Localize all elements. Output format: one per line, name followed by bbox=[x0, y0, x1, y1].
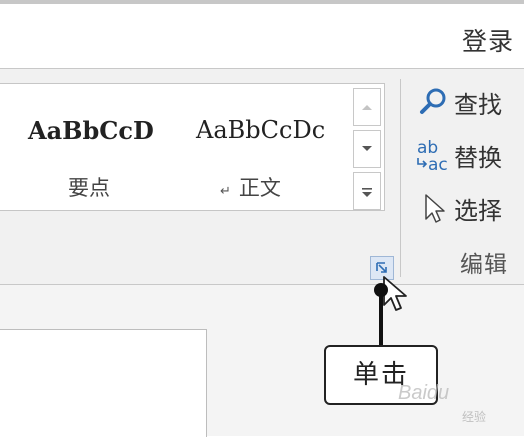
watermark-logo: Baidu bbox=[398, 382, 450, 404]
gallery-scroll-down-button[interactable] bbox=[353, 130, 381, 168]
style-sample: AaBbCcD bbox=[28, 116, 154, 145]
more-dropdown-icon bbox=[362, 188, 372, 197]
watermark-sub: 经验 bbox=[462, 410, 487, 424]
ribbon: AaBbCcD 要点 AaBbCcDc ↵ 正文 查找 ab ac 替换 选择 … bbox=[0, 68, 524, 285]
title-bar: 登录 bbox=[0, 4, 524, 68]
gallery-scroll-up-button[interactable] bbox=[353, 88, 381, 126]
chevron-down-icon bbox=[362, 146, 372, 151]
replace-icon: ab ac bbox=[414, 136, 454, 175]
styles-gallery: AaBbCcD 要点 AaBbCcDc ↵ 正文 bbox=[0, 83, 385, 211]
editing-group-label: 编辑 bbox=[460, 252, 508, 278]
svg-text:ac: ac bbox=[428, 155, 448, 174]
paragraph-return-icon: ↵ bbox=[220, 184, 231, 199]
find-label: 查找 bbox=[454, 90, 502, 119]
chevron-up-icon bbox=[362, 105, 372, 110]
document-page[interactable] bbox=[0, 329, 207, 437]
style-name: 正文 bbox=[238, 176, 281, 200]
login-button[interactable]: 登录 bbox=[462, 22, 514, 58]
select-cursor-icon bbox=[414, 189, 454, 227]
style-name: 要点 bbox=[68, 176, 110, 200]
callout-leader-line bbox=[379, 291, 383, 345]
gallery-more-button[interactable] bbox=[353, 172, 381, 210]
style-item-emphasis[interactable]: AaBbCcD 要点 bbox=[22, 84, 172, 210]
style-name-row: ↵ 正文 bbox=[220, 172, 281, 202]
ribbon-group-divider bbox=[400, 79, 401, 277]
select-label: 选择 bbox=[454, 196, 502, 225]
replace-button[interactable]: ab ac 替换 bbox=[414, 136, 502, 175]
style-sample: AaBbCcDc bbox=[196, 116, 326, 144]
select-button[interactable]: 选择 bbox=[414, 189, 502, 227]
search-icon bbox=[414, 83, 454, 121]
document-area bbox=[0, 285, 524, 437]
style-item-normal[interactable]: AaBbCcDc ↵ 正文 bbox=[188, 84, 348, 210]
replace-label: 替换 bbox=[454, 143, 502, 172]
find-button[interactable]: 查找 bbox=[414, 83, 502, 121]
mouse-pointer-icon bbox=[383, 276, 407, 311]
gallery-scrollbar bbox=[348, 84, 384, 210]
